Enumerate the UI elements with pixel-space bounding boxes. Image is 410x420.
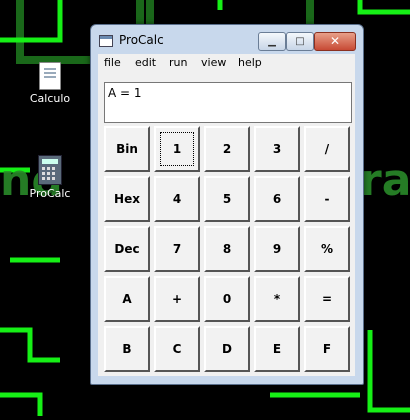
key-dec[interactable]: Dec (104, 226, 150, 272)
key-minus[interactable]: - (304, 176, 350, 222)
menu-view[interactable]: view (201, 56, 226, 69)
calculator-body: A = 1 Bin 1 2 3 / Hex 4 5 6 - Dec 7 8 9 … (98, 72, 355, 376)
key-4[interactable]: 4 (154, 176, 200, 222)
desktop-icon-label: Calculo (29, 92, 71, 105)
menu-help[interactable]: help (238, 56, 262, 69)
key-bin[interactable]: Bin (104, 126, 150, 172)
key-1[interactable]: 1 (154, 126, 200, 172)
svg-text:ra: ra (360, 155, 410, 206)
desktop-icon-calculo[interactable]: Calculo (20, 62, 80, 105)
maximize-icon: □ (295, 36, 305, 47)
calculator-icon (38, 155, 62, 185)
title-bar[interactable]: ProCalc ▁ □ ✕ (91, 25, 363, 53)
close-icon: ✕ (329, 34, 341, 48)
key-c[interactable]: C (154, 326, 200, 372)
key-6[interactable]: 6 (254, 176, 300, 222)
key-2[interactable]: 2 (204, 126, 250, 172)
key-9[interactable]: 9 (254, 226, 300, 272)
key-multiply[interactable]: * (254, 276, 300, 322)
window-title: ProCalc (119, 33, 164, 47)
key-7[interactable]: 7 (154, 226, 200, 272)
key-plus[interactable]: + (154, 276, 200, 322)
key-0[interactable]: 0 (204, 276, 250, 322)
app-window-icon (99, 35, 113, 47)
maximize-button[interactable]: □ (286, 32, 314, 51)
menu-run[interactable]: run (169, 56, 187, 69)
key-equals[interactable]: = (304, 276, 350, 322)
menu-bar: file edit run view help (98, 54, 355, 72)
menu-edit[interactable]: edit (135, 56, 156, 69)
menu-file[interactable]: file (104, 56, 121, 69)
desktop-icon-procalc[interactable]: ProCalc (20, 155, 80, 200)
key-hex[interactable]: Hex (104, 176, 150, 222)
desktop-icon-label: ProCalc (29, 187, 71, 200)
minimize-icon: ▁ (268, 36, 276, 47)
key-8[interactable]: 8 (204, 226, 250, 272)
document-icon (39, 62, 61, 90)
procalc-window: ProCalc ▁ □ ✕ file edit run view help A … (90, 24, 364, 385)
key-d[interactable]: D (204, 326, 250, 372)
key-divide[interactable]: / (304, 126, 350, 172)
key-3[interactable]: 3 (254, 126, 300, 172)
close-button[interactable]: ✕ (314, 32, 356, 51)
key-a[interactable]: A (104, 276, 150, 322)
display-value: A = 1 (108, 86, 142, 100)
key-percent[interactable]: % (304, 226, 350, 272)
key-f[interactable]: F (304, 326, 350, 372)
key-b[interactable]: B (104, 326, 150, 372)
key-5[interactable]: 5 (204, 176, 250, 222)
key-e[interactable]: E (254, 326, 300, 372)
minimize-button[interactable]: ▁ (258, 32, 286, 51)
result-display: A = 1 (104, 82, 352, 123)
